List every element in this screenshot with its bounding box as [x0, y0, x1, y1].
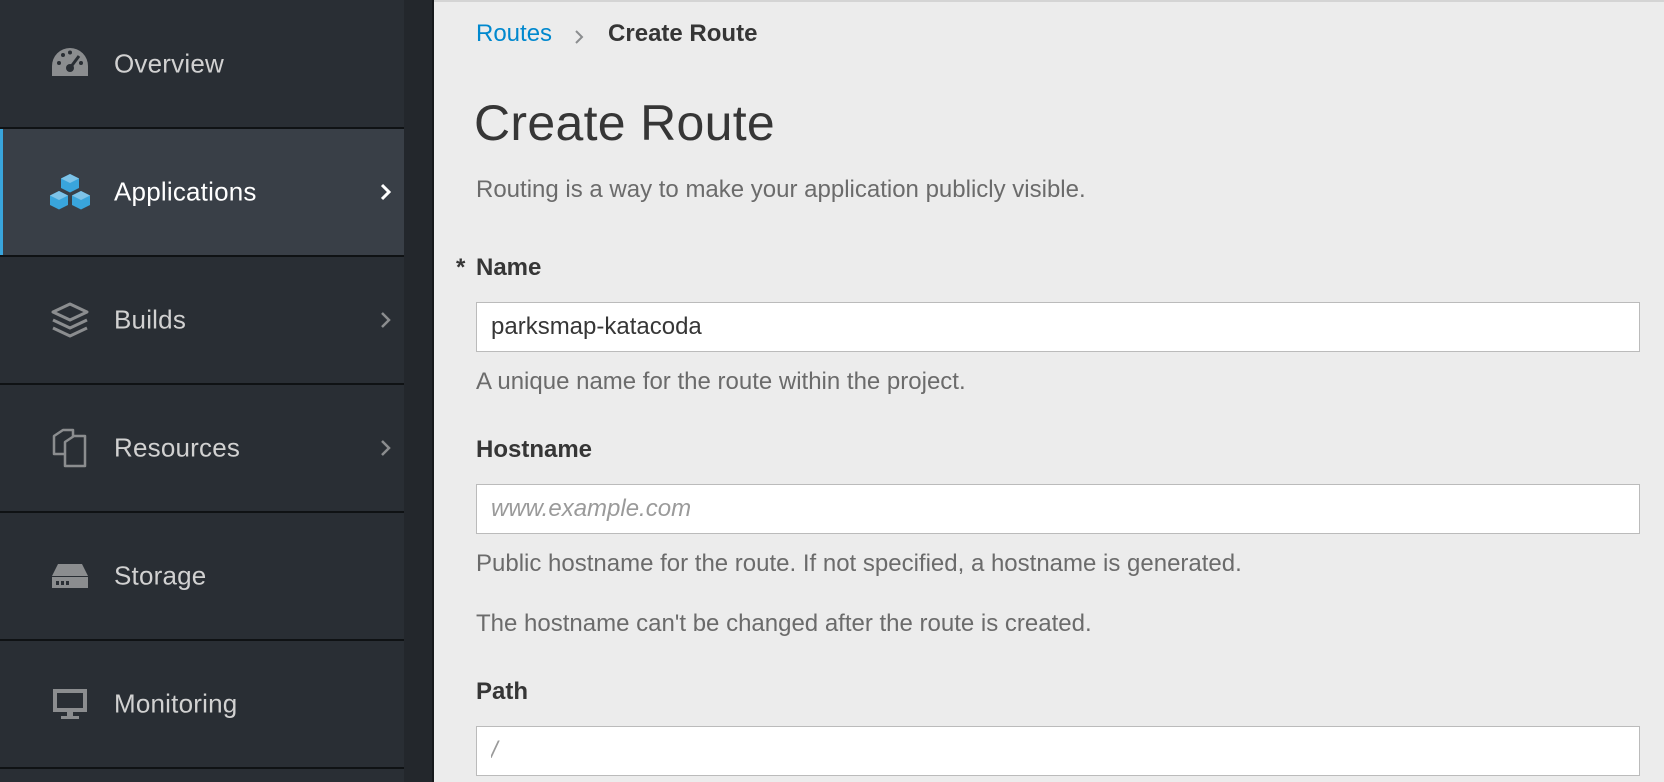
chevron-right-icon [378, 180, 394, 204]
sidebar-nav: Overview Applications Builds Resources S… [0, 0, 434, 782]
sidebar-item-label: Monitoring [114, 688, 238, 719]
name-help-text: A unique name for the route within the p… [476, 368, 966, 395]
hostname-note-text: The hostname can't be changed after the … [476, 610, 1092, 637]
sidebar-item-monitoring[interactable]: Monitoring [0, 641, 404, 769]
hostname-help-text: Public hostname for the route. If not sp… [476, 550, 1242, 577]
sidebar-scroll-gutter [404, 0, 434, 782]
sidebar-item-label: Storage [114, 560, 207, 591]
sidebar-item-label: Applications [114, 176, 257, 207]
sidebar-item-resources[interactable]: Resources [0, 385, 404, 513]
required-marker: * [456, 254, 466, 281]
cubes-icon [48, 170, 92, 214]
desktop-icon [48, 682, 92, 726]
sidebar-item-label: Resources [114, 432, 241, 463]
layers-icon [48, 298, 92, 342]
breadcrumb-link-routes[interactable]: Routes [476, 20, 552, 48]
chevron-right-icon [378, 308, 394, 332]
name-input[interactable] [476, 302, 1640, 352]
hdd-icon [48, 554, 92, 598]
sidebar-item-label: Overview [114, 48, 224, 78]
path-input[interactable] [476, 726, 1640, 776]
sidebar-item-partial[interactable] [0, 769, 404, 782]
name-label: Name [476, 254, 542, 281]
sidebar-item-applications[interactable]: Applications [0, 129, 404, 257]
sidebar-item-label: Builds [114, 304, 187, 335]
breadcrumb-current: Create Route [608, 20, 758, 47]
app-shell: Overview Applications Builds Resources S… [0, 0, 1664, 782]
page-subtitle: Routing is a way to make your applicatio… [476, 176, 1086, 203]
sidebar-item-overview[interactable]: Overview [0, 0, 404, 129]
sidebar-item-storage[interactable]: Storage [0, 513, 404, 641]
chevron-right-icon [572, 25, 586, 44]
main-content: Routes Create Route Create Route Routing… [434, 0, 1664, 782]
copy-files-icon [48, 426, 92, 470]
dashboard-icon [48, 42, 92, 86]
chevron-right-icon [378, 436, 394, 460]
breadcrumb: Routes Create Route [476, 20, 757, 48]
hostname-label: Hostname [476, 436, 593, 463]
page-title: Create Route [474, 95, 775, 151]
path-label: Path [476, 678, 529, 705]
nav-list: Overview Applications Builds Resources S… [0, 0, 404, 782]
hostname-input[interactable] [476, 484, 1640, 534]
sidebar-item-builds[interactable]: Builds [0, 257, 404, 385]
